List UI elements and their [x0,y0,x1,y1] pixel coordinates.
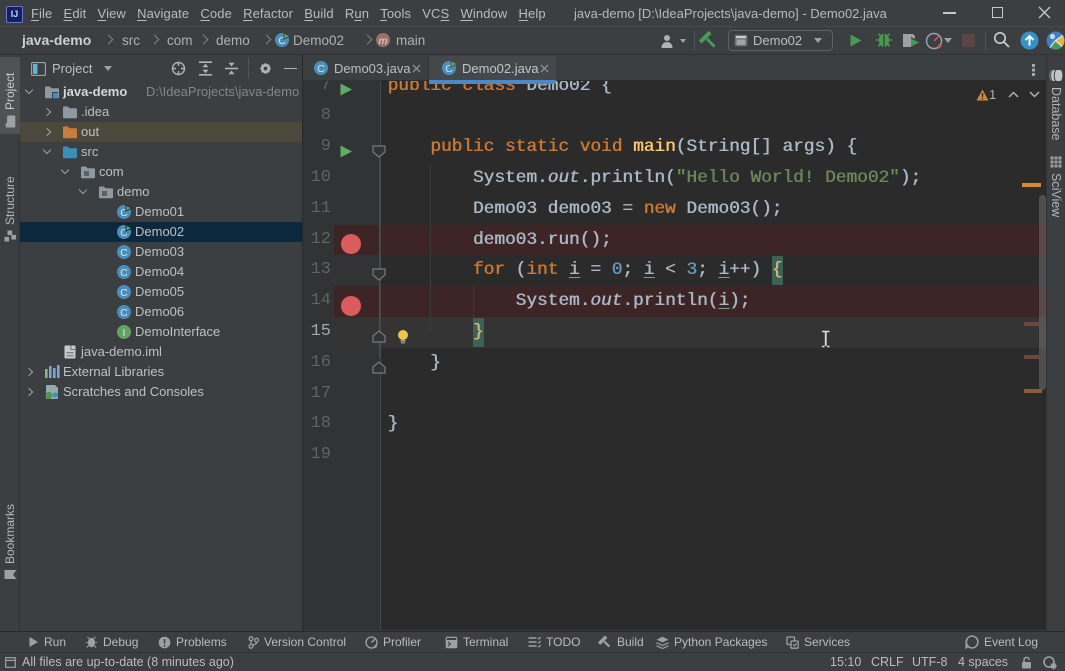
svg-text:C: C [120,287,128,299]
svg-text:C: C [120,307,128,319]
svg-text:m: m [379,35,388,47]
svg-text:C: C [120,267,128,279]
svg-text:I: I [123,327,126,339]
svg-text:C: C [317,63,325,75]
svg-text:C: C [120,247,128,259]
